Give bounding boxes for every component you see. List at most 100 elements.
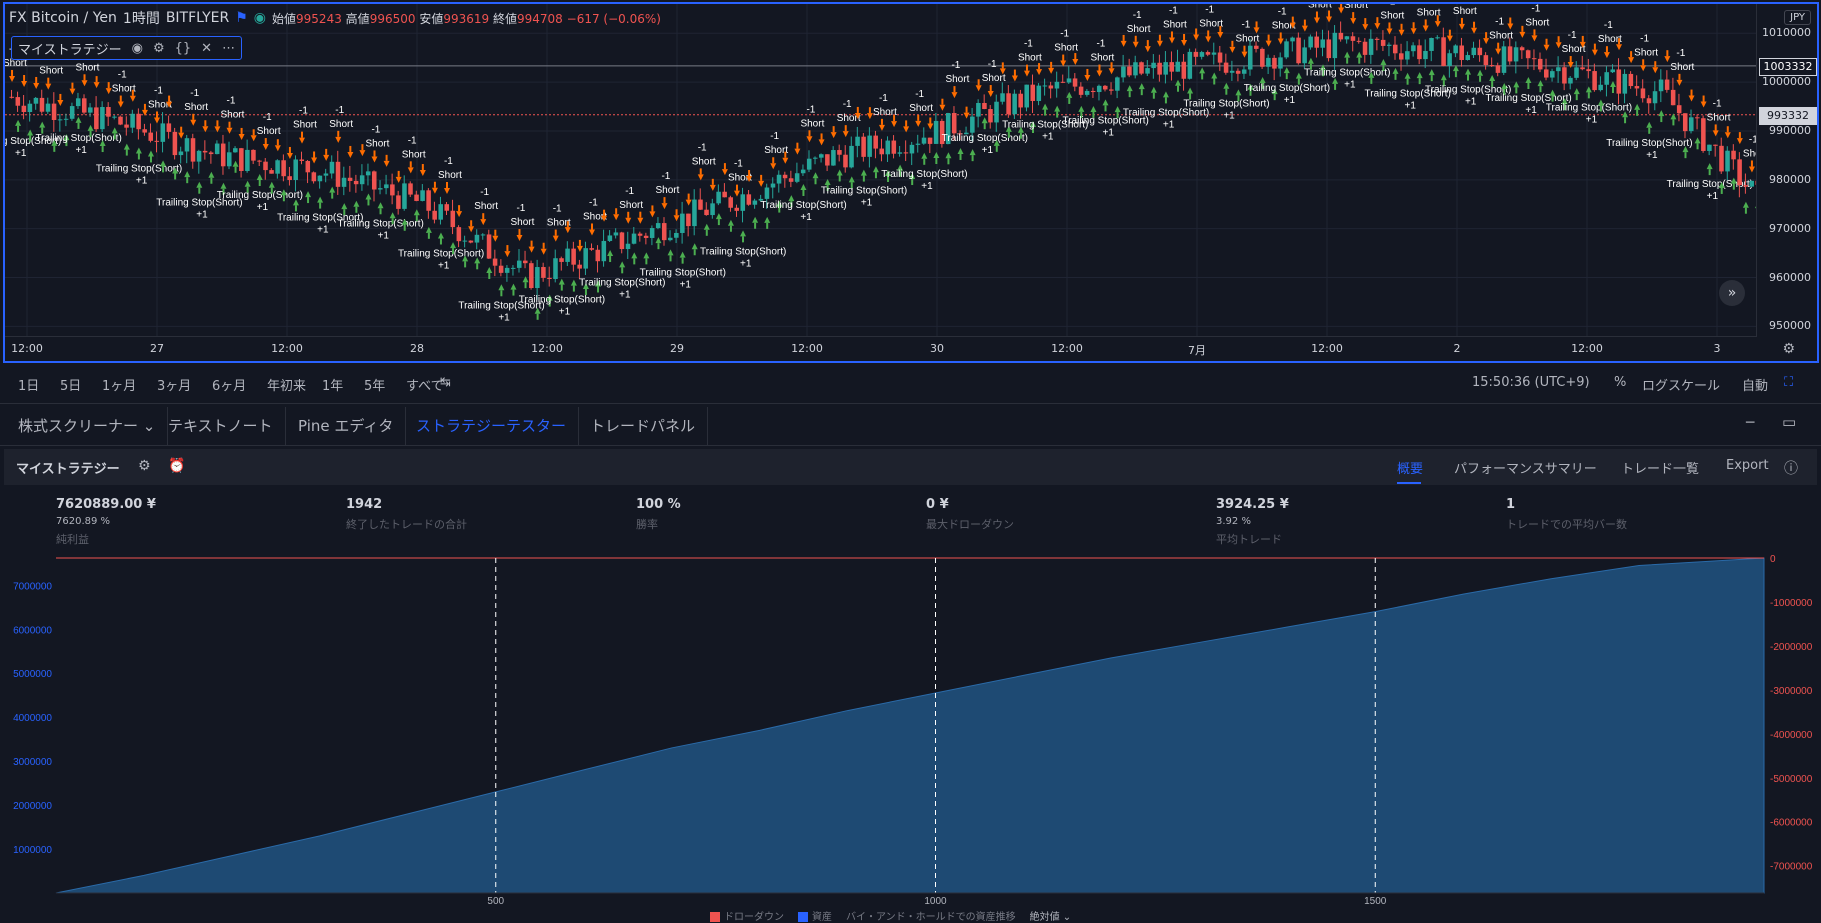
candle-body: [916, 144, 921, 145]
scroll-to-realtime-button[interactable]: »: [1719, 280, 1745, 306]
candle-body: [1598, 85, 1603, 90]
candle-body: [1314, 37, 1319, 48]
price-chart-pane[interactable]: Short-1Trailing Stop(Short)+1Short-1Trai…: [3, 2, 1819, 363]
long-arrow-shaft: [923, 159, 925, 165]
range-button-2[interactable]: 1ヶ月: [102, 375, 136, 394]
short-label: Short: [1380, 10, 1404, 21]
log-scale-toggle[interactable]: ログスケール: [1642, 375, 1720, 394]
long-arrow-shaft: [742, 236, 744, 242]
strategy-tab-2[interactable]: トレード一覧: [1621, 458, 1699, 477]
short-arrow-icon: [1592, 50, 1598, 56]
legend-item-3[interactable]: 絶対値 ⌄: [1030, 908, 1072, 923]
candle-body: [976, 103, 981, 117]
candle-body: [1707, 145, 1712, 151]
panel-tab-2[interactable]: Pine エディタ: [286, 407, 406, 445]
close-icon[interactable]: ✕: [201, 41, 212, 56]
candle-body: [1478, 48, 1483, 55]
price-axis[interactable]: JPY 101000010000009900009800009700009600…: [1756, 4, 1817, 341]
active-tab-underline: [1397, 482, 1421, 484]
minus-one-label: -1: [806, 104, 815, 115]
strategy-legend[interactable]: マイストラテジー ◉ ⚙ {} ✕ ⋯: [11, 36, 242, 60]
time-tick-label: 12:00: [1311, 342, 1343, 355]
candle-body: [124, 125, 129, 128]
long-arrow-icon: [450, 242, 456, 248]
panel-tab-3[interactable]: ストラテジーテスター: [404, 407, 579, 445]
range-button-5[interactable]: 年初来: [267, 375, 306, 394]
minus-one-label: -1: [553, 204, 562, 215]
candle-body: [330, 162, 335, 174]
short-label: Short: [438, 170, 462, 181]
price-tick-label: 950000: [1769, 319, 1811, 332]
auto-scale-toggle[interactable]: 自動: [1742, 375, 1768, 394]
strategy-settings-gear-icon[interactable]: ⚙: [138, 458, 151, 474]
candle-body: [505, 268, 510, 273]
strategy-legend-name[interactable]: マイストラテジー: [18, 39, 122, 58]
candle-body: [1085, 91, 1090, 95]
candle-body: [1061, 82, 1066, 83]
time-axis[interactable]: 12:002712:002812:002912:003012:007月12:00…: [5, 336, 1757, 361]
panel-tab-0[interactable]: 株式スクリーナー ⌄: [6, 407, 168, 445]
chart-settings-gear-icon[interactable]: ⚙: [1782, 341, 1795, 357]
goto-date-icon[interactable]: ↹: [440, 375, 451, 390]
strategy-name[interactable]: マイストラテジー: [16, 458, 120, 477]
equity-chart[interactable]: 1000000200000030000004000000500000060000…: [0, 555, 1821, 907]
source-code-icon[interactable]: {}: [175, 41, 192, 56]
maximize-panel-icon[interactable]: ▭: [1782, 413, 1796, 431]
long-arrow-icon: [148, 150, 154, 156]
short-arrow-shaft: [966, 107, 968, 113]
symbol-interval[interactable]: 1時間: [123, 8, 160, 28]
panel-tab-4[interactable]: トレードパネル: [578, 407, 708, 445]
short-arrow-shaft: [1304, 20, 1306, 26]
help-icon[interactable]: ⓘ: [1784, 458, 1798, 478]
short-arrow-shaft: [47, 78, 49, 84]
range-button-7[interactable]: 5年: [364, 375, 385, 394]
candle-body: [596, 250, 601, 261]
flag-icon[interactable]: ⚑: [235, 10, 248, 26]
percent-scale-toggle[interactable]: %: [1614, 375, 1626, 390]
candle-body: [64, 119, 69, 120]
minimize-panel-icon[interactable]: ─: [1746, 415, 1754, 431]
gear-icon[interactable]: ⚙: [153, 41, 165, 56]
range-button-6[interactable]: 1年: [322, 375, 343, 394]
candle-body: [1242, 69, 1247, 73]
candle-body: [94, 107, 99, 129]
candle-body: [1586, 69, 1591, 71]
panel-tab-1[interactable]: テキストノート: [156, 407, 286, 445]
short-arrow-icon: [794, 149, 800, 155]
long-arrow-shaft: [573, 286, 575, 292]
short-arrow-icon: [1749, 166, 1755, 172]
add-alert-icon[interactable]: ⏰: [168, 458, 185, 474]
candle-body: [100, 107, 105, 129]
more-icon[interactable]: ⋯: [222, 41, 235, 56]
clock-time[interactable]: 15:50:36 (UTC+9): [1472, 375, 1590, 390]
range-button-4[interactable]: 6ヶ月: [212, 375, 246, 394]
strategy-tab-3[interactable]: Export: [1726, 458, 1769, 473]
candle-body: [1079, 87, 1084, 95]
range-button-3[interactable]: 3ヶ月: [157, 375, 191, 394]
candle-body: [1133, 62, 1138, 75]
short-arrow-shaft: [386, 155, 388, 161]
short-arrow-icon: [915, 121, 921, 127]
eye-icon[interactable]: ◉: [132, 41, 143, 56]
fullscreen-icon[interactable]: ⛶: [1784, 375, 1793, 390]
candle-body: [1641, 88, 1646, 98]
short-arrow-shaft: [1473, 22, 1475, 28]
short-label: Short: [1018, 53, 1042, 64]
price-chart-canvas[interactable]: Short-1Trailing Stop(Short)+1Short-1Trai…: [5, 4, 1757, 341]
strategy-tab-0[interactable]: 概要: [1397, 458, 1423, 477]
short-arrow-icon: [1145, 46, 1151, 52]
strategy-tab-1[interactable]: パフォーマンスサマリー: [1454, 458, 1597, 477]
short-arrow-shaft: [1533, 29, 1535, 35]
candle-body: [1447, 53, 1452, 66]
long-arrow-icon: [1235, 89, 1241, 95]
short-arrow-shaft: [651, 205, 653, 211]
short-arrow-shaft: [603, 210, 605, 216]
candle-body: [1484, 55, 1489, 65]
candle-body: [1592, 71, 1597, 90]
minus-one-label: -1: [444, 156, 453, 167]
range-button-1[interactable]: 5日: [60, 375, 81, 394]
currency-badge[interactable]: JPY: [1784, 10, 1811, 25]
symbol-name[interactable]: FX Bitcoin / Yen: [9, 10, 117, 26]
range-button-8[interactable]: すべて: [406, 375, 444, 394]
range-button-0[interactable]: 1日: [18, 375, 39, 394]
